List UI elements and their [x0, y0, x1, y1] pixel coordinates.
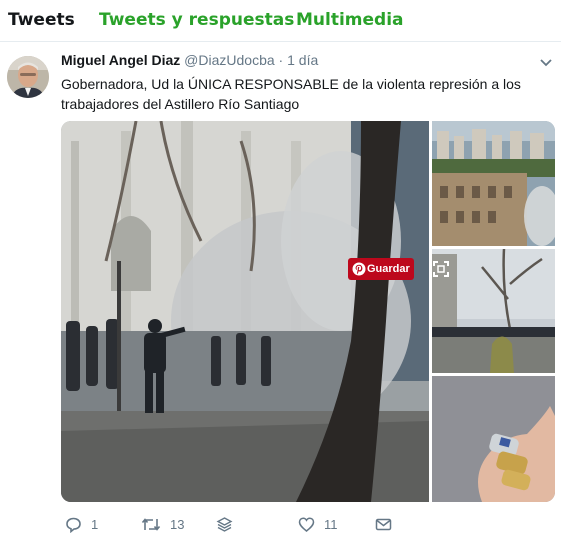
photo-street-smoke	[61, 121, 429, 502]
tab-tweets[interactable]: Tweets	[8, 10, 75, 30]
tab-media[interactable]: Multimedia	[296, 10, 404, 30]
stack-icon	[216, 516, 233, 532]
pinterest-save-label: Guardar	[367, 263, 410, 275]
pinterest-icon	[352, 262, 366, 276]
retweet-button[interactable]: 13	[141, 513, 184, 535]
tab-tweets-and-replies[interactable]: Tweets y respuestas	[99, 10, 294, 30]
retweet-count: 13	[170, 516, 185, 532]
direct-message-button[interactable]	[375, 513, 401, 535]
avatar[interactable]	[7, 56, 49, 98]
media-photo-police-line[interactable]	[432, 249, 555, 373]
photo-city-aerial	[432, 121, 555, 246]
reply-icon	[66, 517, 81, 533]
chevron-down-icon[interactable]	[539, 55, 553, 69]
like-count: 11	[324, 516, 338, 532]
profile-tabs: Tweets Tweets y respuestas Multimedia	[0, 0, 561, 42]
author-name[interactable]: Miguel Angel Diaz	[61, 52, 180, 68]
stack-button[interactable]	[216, 513, 242, 535]
tweet-timestamp[interactable]: 1 día	[287, 52, 318, 68]
like-button[interactable]: 11	[298, 513, 338, 535]
tweet[interactable]: Miguel Angel Diaz @DiazUdocba · 1 día Go…	[0, 43, 561, 551]
photo-bullet-shells-hand	[432, 376, 555, 502]
media-photo-city[interactable]	[432, 121, 555, 246]
photo-police-line	[432, 249, 555, 373]
tweet-actions: 1 13 11	[61, 513, 541, 535]
tweet-text: Gobernadora, Ud la ÚNICA RESPONSABLE de …	[61, 76, 521, 112]
envelope-icon	[375, 518, 392, 530]
media-grid: Guardar	[61, 121, 555, 502]
author-handle[interactable]: @DiazUdocba	[184, 52, 274, 68]
tweet-header: Miguel Angel Diaz @DiazUdocba · 1 día	[61, 52, 318, 68]
media-photo-shells[interactable]	[432, 376, 555, 502]
separator-dot: ·	[278, 52, 284, 68]
pinterest-save-button[interactable]: Guardar	[348, 258, 414, 280]
heart-icon	[298, 516, 315, 532]
media-photo-main[interactable]: Guardar	[61, 121, 429, 502]
avatar-image	[7, 56, 49, 98]
retweet-icon	[141, 517, 161, 531]
reply-count: 1	[91, 516, 99, 532]
reply-button[interactable]: 1	[65, 513, 98, 535]
expand-icon[interactable]	[433, 261, 449, 277]
